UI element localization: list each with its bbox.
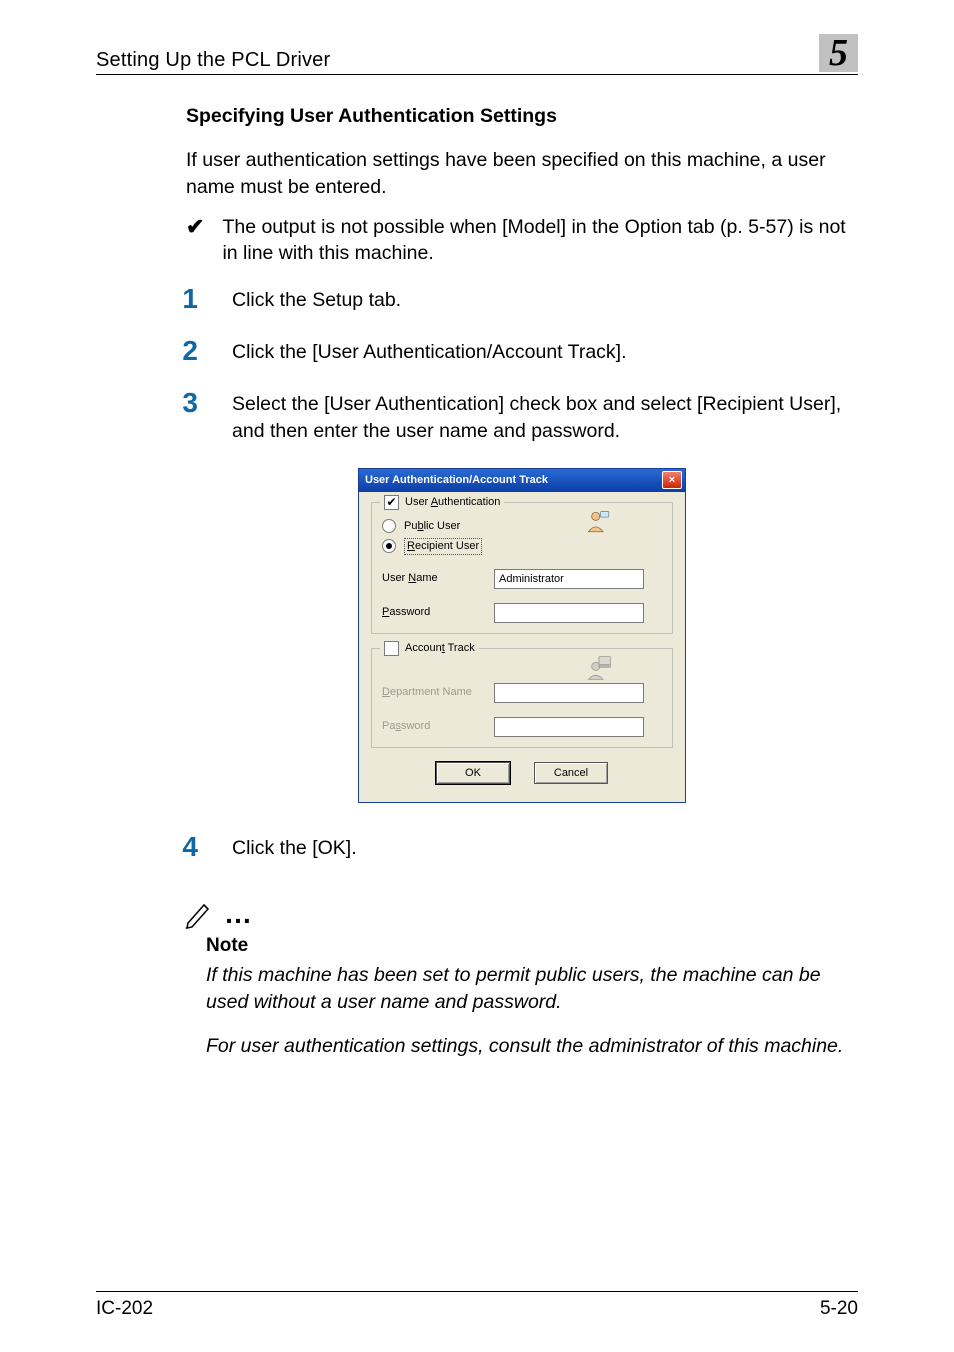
user-auth-checkbox[interactable]: ✔ xyxy=(384,495,399,510)
username-label: User Name xyxy=(382,571,484,586)
note-paragraph-1: If this machine has been set to permit p… xyxy=(206,962,858,1015)
public-user-label: Public User xyxy=(404,519,460,534)
dialog-title: User Authentication/Account Track xyxy=(365,473,548,488)
step-text: Select the [User Authentication] check b… xyxy=(232,389,858,444)
step-1: 1 Click the Setup tab. xyxy=(186,285,858,313)
note-block: … Note If this machine has been set to p… xyxy=(186,891,858,1059)
bullet-text: The output is not possible when [Model] … xyxy=(222,214,858,267)
public-user-radio[interactable]: Public User xyxy=(382,519,662,534)
step-2: 2 Click the [User Authentication/Account… xyxy=(186,337,858,365)
dialog-buttons: OK Cancel xyxy=(371,762,673,784)
step-3: 3 Select the [User Authentication] check… xyxy=(186,389,858,444)
username-input[interactable]: Administrator xyxy=(494,569,644,589)
department-label: Department Name xyxy=(382,685,484,700)
pencil-icon: … xyxy=(184,891,858,929)
section-heading: Specifying User Authentication Settings xyxy=(186,103,858,129)
account-password-row: Password xyxy=(382,717,662,737)
dialog-titlebar[interactable]: User Authentication/Account Track × xyxy=(359,469,685,492)
account-password-label: Password xyxy=(382,719,484,734)
step-number: 3 xyxy=(180,389,198,444)
checkmark-bullet: ✔ The output is not possible when [Model… xyxy=(186,214,858,267)
intro-paragraph: If user authentication settings have bee… xyxy=(186,147,858,200)
account-track-label: Account Track xyxy=(405,641,475,656)
username-row: User Name Administrator xyxy=(382,569,662,589)
step-text: Click the [OK]. xyxy=(232,833,357,861)
step-text: Click the Setup tab. xyxy=(232,285,401,313)
cancel-button[interactable]: Cancel xyxy=(534,762,608,784)
footer-right: 5-20 xyxy=(820,1298,858,1320)
recipient-user-label: Recipient User xyxy=(404,538,482,555)
close-button[interactable]: × xyxy=(662,471,682,489)
step-number: 4 xyxy=(180,833,198,861)
account-track-legend[interactable]: Account Track xyxy=(380,641,479,656)
dialog-container: User Authentication/Account Track × ✔ Us… xyxy=(186,468,858,803)
account-track-checkbox[interactable] xyxy=(384,641,399,656)
step-4: 4 Click the [OK]. xyxy=(186,833,858,861)
user-auth-group: ✔ User Authentication xyxy=(371,502,673,634)
step-number: 1 xyxy=(180,285,198,313)
account-track-group: Account Track xyxy=(371,648,673,748)
page-footer: IC-202 5-20 xyxy=(96,1291,858,1320)
password-input[interactable] xyxy=(494,603,644,623)
user-auth-legend[interactable]: ✔ User Authentication xyxy=(380,495,504,510)
department-input xyxy=(494,683,644,703)
ok-button[interactable]: OK xyxy=(436,762,510,784)
step-number: 2 xyxy=(180,337,198,365)
radio-icon[interactable] xyxy=(382,539,396,553)
radio-icon[interactable] xyxy=(382,519,396,533)
section-body: Specifying User Authentication Settings … xyxy=(96,75,858,1059)
user-auth-dialog: User Authentication/Account Track × ✔ Us… xyxy=(358,468,686,803)
note-heading: Note xyxy=(206,933,858,959)
page-header: Setting Up the PCL Driver 5 xyxy=(96,34,858,75)
checkmark-icon: ✔ xyxy=(186,214,204,267)
password-label: Password xyxy=(382,605,484,620)
department-row: Department Name xyxy=(382,683,662,703)
chapter-badge: 5 xyxy=(819,34,858,72)
account-password-input xyxy=(494,717,644,737)
header-title: Setting Up the PCL Driver xyxy=(96,49,330,72)
footer-left: IC-202 xyxy=(96,1298,153,1320)
password-row: Password xyxy=(382,603,662,623)
chapter-number: 5 xyxy=(829,32,848,74)
user-icon xyxy=(586,509,612,540)
account-icon xyxy=(586,655,612,686)
step-text: Click the [User Authentication/Account T… xyxy=(232,337,627,365)
user-auth-label: User Authentication xyxy=(405,495,500,510)
dialog-body: ✔ User Authentication xyxy=(359,492,685,802)
ellipsis-icon: … xyxy=(224,895,258,933)
note-paragraph-2: For user authentication settings, consul… xyxy=(206,1033,858,1059)
page: Setting Up the PCL Driver 5 Specifying U… xyxy=(0,0,954,1352)
recipient-user-radio[interactable]: Recipient User xyxy=(382,538,662,555)
